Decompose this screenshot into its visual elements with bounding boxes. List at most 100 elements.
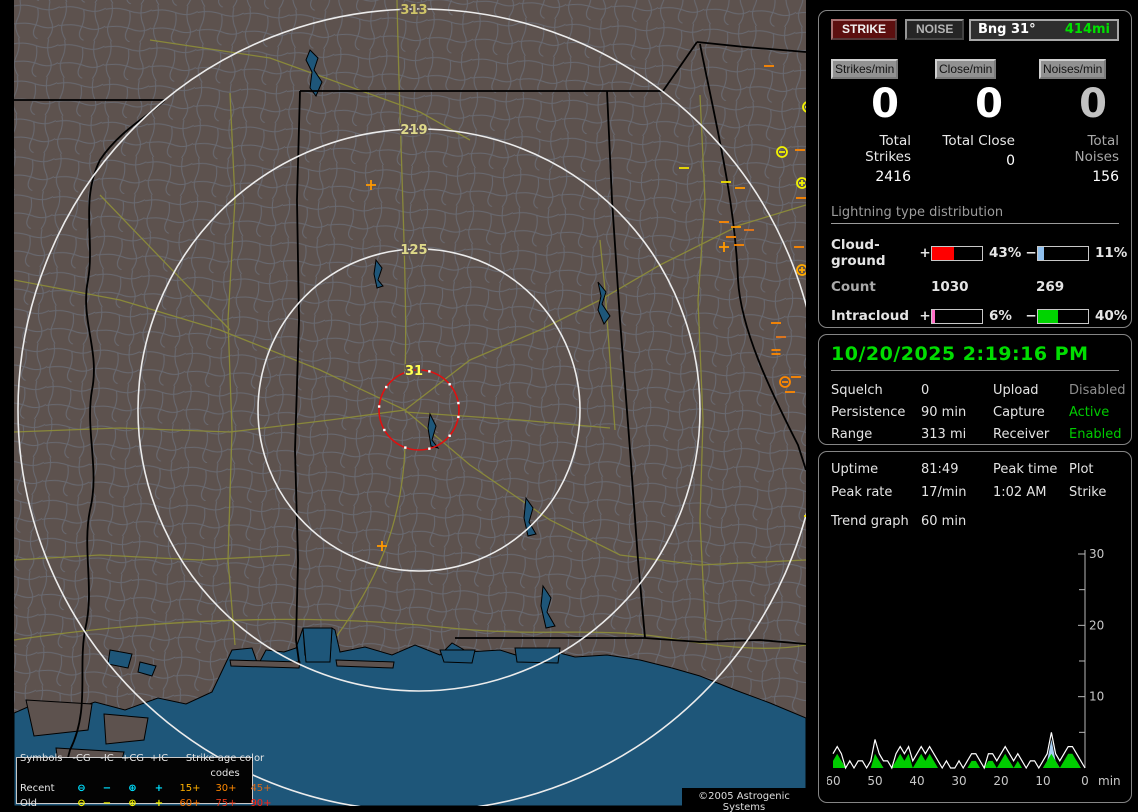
age-code: 60+ — [172, 796, 208, 811]
legend-header: +IC — [146, 751, 172, 781]
legend-header: Symbols — [20, 751, 68, 781]
x-tick-label: 60 — [827, 774, 841, 788]
strikes-per-min-value: 0 — [831, 83, 911, 125]
total-close-label: Total Close — [935, 133, 1015, 149]
distribution-title: Lightning type distribution — [831, 205, 1119, 224]
ring-dot — [378, 405, 380, 407]
cloud-ground-label: Cloud-ground — [831, 237, 919, 269]
total-close-value: 0 — [935, 153, 1015, 169]
x-axis-unit: min — [1098, 774, 1121, 788]
ring-label-125: 125 — [400, 243, 427, 258]
x-tick-label: 40 — [909, 774, 924, 788]
close-per-min-value: 0 — [935, 83, 1015, 125]
upload-label: Upload — [993, 383, 1069, 398]
receiver-label: Receiver — [993, 427, 1069, 442]
age-code: 90+ — [244, 796, 278, 811]
ic-minus-recent-icon: − — [95, 781, 119, 796]
x-tick-label: 30 — [951, 774, 966, 788]
cg-plus-old-icon: ⊕ — [119, 796, 146, 811]
symbol-legend: Symbols -CG -IC +CG +IC Strike age color… — [16, 757, 253, 804]
cg-minus-recent-icon: ⊖ — [68, 781, 95, 796]
range-label: Range — [831, 427, 921, 442]
total-noises-label: Total Noises — [1039, 133, 1119, 165]
cg-negative-count: 269 — [1036, 279, 1119, 295]
ring-dot — [383, 429, 385, 431]
noises-per-min-button[interactable]: Noises/min — [1039, 59, 1106, 79]
ic-positive-pct: 6% — [983, 308, 1025, 324]
ic-negative-bar — [1037, 309, 1089, 324]
ring-dot — [457, 416, 459, 418]
legend-header: -IC — [95, 751, 119, 781]
cg-negative-pct: 11% — [1089, 245, 1127, 261]
range-value: 313 mi — [921, 427, 993, 442]
ic-minus-old-icon: − — [95, 796, 119, 811]
bearing-value: Bng 31° — [978, 22, 1036, 37]
status-panel: 10/20/2025 2:19:16 PM Squelch 0 Upload D… — [818, 334, 1132, 445]
cloud-ground-counts: Count 1030 269 — [831, 279, 1119, 295]
ring-dot — [385, 386, 387, 388]
strikes-per-min-button[interactable]: Strikes/min — [831, 59, 898, 79]
ring-label-313: 313 — [400, 3, 427, 18]
cg-negative-bar — [1037, 246, 1089, 261]
bearing-display: Bng 31° 414mi — [969, 19, 1119, 41]
peak-time-label: Peak time — [993, 462, 1069, 477]
capture-value: Active — [1069, 405, 1125, 420]
plus-sign: + — [919, 245, 931, 261]
trend-plot-canvas: 1020306050403020100min — [827, 538, 1125, 796]
y-tick-label: 10 — [1089, 690, 1104, 704]
plot-label: Plot — [1069, 462, 1119, 477]
ic-negative-pct: 40% — [1089, 308, 1127, 324]
x-tick-label: 0 — [1081, 774, 1089, 788]
age-code: 75+ — [208, 796, 244, 811]
ring-dot — [448, 383, 450, 385]
intracloud-row: Intracloud + 6% − 40% — [831, 308, 1119, 324]
close-per-min-button[interactable]: Close/min — [935, 59, 996, 79]
ring-dot — [448, 435, 450, 437]
legend-header: -CG — [68, 751, 95, 781]
legend-row-label: Old — [20, 796, 68, 811]
plus-sign: + — [919, 308, 931, 324]
x-tick-label: 50 — [867, 774, 882, 788]
legend-age-header: Strike age color codes — [172, 751, 278, 781]
x-tick-label: 10 — [1035, 774, 1050, 788]
plot-mode-value: Strike — [1069, 485, 1119, 500]
cg-positive-count: 1030 — [931, 279, 1036, 295]
ring-dot — [428, 370, 430, 372]
bearing-distance: 414mi — [1065, 22, 1110, 37]
nexstorm-window: 313 219 125 31 Symbols -CG -IC +CG +IC Stri… — [0, 0, 1138, 812]
age-code: 30+ — [208, 781, 244, 796]
total-strikes-value: 2416 — [831, 169, 911, 185]
age-code: 15+ — [172, 781, 208, 796]
cg-positive-bar — [931, 246, 983, 261]
persistence-label: Persistence — [831, 405, 921, 420]
ic-positive-bar — [931, 309, 983, 324]
cloud-ground-row: Cloud-ground + 43% − 11% — [831, 237, 1119, 269]
peak-rate-label: Peak rate — [831, 485, 921, 500]
cg-plus-recent-icon: ⊕ — [119, 781, 146, 796]
ring-dot — [404, 446, 406, 448]
count-label: Count — [831, 279, 931, 295]
datetime-display: 10/20/2025 2:19:16 PM — [831, 343, 1119, 371]
strike-mode-button[interactable]: STRIKE — [831, 19, 897, 40]
persistence-value: 90 min — [921, 405, 993, 420]
minus-sign: − — [1025, 245, 1037, 261]
ic-plus-recent-icon: + — [146, 781, 172, 796]
minus-sign: − — [1025, 308, 1037, 324]
ic-plus-old-icon: + — [146, 796, 172, 811]
copyright-notice: ©2005 Astrogenic Systems — [682, 788, 806, 806]
lightning-map[interactable]: 313 219 125 31 Symbols -CG -IC +CG +IC Stri… — [14, 0, 806, 806]
noise-mode-button[interactable]: NOISE — [905, 19, 964, 40]
legend-row-label: Recent — [20, 781, 68, 796]
map-canvas: 313 219 125 31 — [14, 0, 806, 806]
total-strikes-label: Total Strikes — [831, 133, 911, 165]
stats-panel: STRIKE NOISE Bng 31° 414mi Strikes/min 0… — [818, 10, 1132, 328]
squelch-value: 0 — [921, 383, 993, 398]
ring-label-31: 31 — [405, 364, 423, 379]
trend-graph-window: 60 min — [921, 514, 1119, 529]
total-noises-value: 156 — [1039, 169, 1119, 185]
noises-per-min-value: 0 — [1039, 83, 1119, 125]
x-tick-label: 20 — [993, 774, 1008, 788]
cg-positive-pct: 43% — [983, 245, 1025, 261]
ring-label-219: 219 — [400, 123, 427, 138]
strikes-column: Strikes/min 0 Total Strikes 2416 — [831, 59, 911, 185]
